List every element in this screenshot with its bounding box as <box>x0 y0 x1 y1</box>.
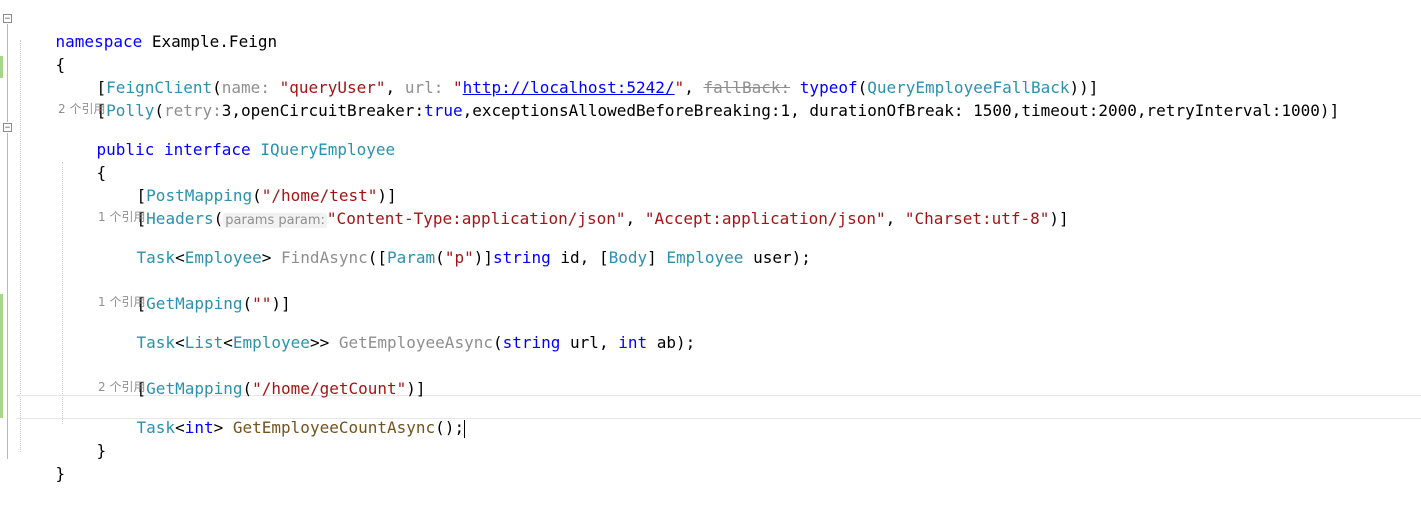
code-lens-references[interactable]: 1 个引用 <box>98 210 145 224</box>
type-name: Employee <box>184 248 262 267</box>
identifier: url, <box>560 333 619 352</box>
punct: < <box>175 248 185 267</box>
code-line[interactable]: public interface IQueryEmployee <box>58 117 396 159</box>
code-line[interactable]: [GetMapping("")] <box>98 271 291 313</box>
type-name: Task <box>136 333 176 352</box>
code-line[interactable]: [Polly(retry:3,openCircuitBreaker:true,e… <box>58 78 1340 120</box>
type-name: Task <box>136 248 176 267</box>
punct: (); <box>435 418 465 437</box>
type-name: Task <box>136 418 176 437</box>
identifier: user); <box>743 248 811 267</box>
type-name: Employee <box>666 248 744 267</box>
interface-name: IQueryEmployee <box>260 140 396 159</box>
code-line[interactable]: } <box>58 418 107 460</box>
punct: )] <box>473 248 493 267</box>
method-name: GetEmployeeCountAsync <box>232 418 436 437</box>
indent-guide <box>20 40 21 452</box>
code-line[interactable]: Task<int> GetEmployeeCountAsync(); <box>98 395 466 438</box>
code-editor[interactable]: − − namespace Example.Feign { [FeignClie… <box>0 0 1421 483</box>
code-line[interactable]: [PostMapping("/home/test")] <box>98 163 397 205</box>
code-lens-references[interactable]: 1 个引用 <box>98 295 145 309</box>
fold-toggle-icon[interactable]: − <box>3 14 12 24</box>
string-literal: "Charset:utf-8" <box>904 209 1050 228</box>
code-line[interactable]: } <box>17 441 66 483</box>
keyword: namespace <box>55 32 143 51</box>
code-line[interactable]: [Headers(params param: "Content-Type:appl… <box>98 186 1069 228</box>
code-line[interactable]: { <box>58 140 107 182</box>
code-line[interactable]: [FeignClient(name: "queryUser", url: "ht… <box>58 55 1099 97</box>
code-lens-references[interactable]: 2 个引用 <box>98 380 145 394</box>
code-line[interactable]: Task<List<Employee>> GetEmployeeAsync(st… <box>98 310 696 352</box>
fold-line <box>7 133 8 459</box>
code-lens-references[interactable]: 2 个引用 <box>58 102 105 116</box>
type-name: Employee <box>232 333 310 352</box>
keyword: string <box>492 248 551 267</box>
code-line[interactable]: namespace Example.Feign <box>17 9 278 51</box>
punct: )] <box>1049 209 1069 228</box>
keyword: string <box>502 333 561 352</box>
code-line[interactable]: { <box>17 32 66 74</box>
punct: ( <box>435 248 445 267</box>
keyword: int <box>184 418 214 437</box>
punct: ( <box>492 333 503 352</box>
fold-line <box>7 24 8 122</box>
change-bar <box>0 294 3 418</box>
punct: < <box>223 333 233 352</box>
change-bar <box>0 56 3 78</box>
keyword: interface <box>163 140 251 159</box>
code-line[interactable]: [GetMapping("/home/getCount")] <box>98 356 426 398</box>
punct: >> <box>309 333 339 352</box>
punct: , <box>885 209 905 228</box>
punct: ] <box>647 248 667 267</box>
fold-toggle-icon[interactable]: − <box>3 123 12 133</box>
punct: > <box>261 248 282 267</box>
namespace-name: Example.Feign <box>142 32 278 51</box>
text-caret <box>464 419 466 438</box>
attribute-name: Body <box>608 248 648 267</box>
punct: < <box>175 418 185 437</box>
type-name: List <box>184 333 224 352</box>
punct: < <box>175 333 185 352</box>
identifier: ab); <box>647 333 696 352</box>
attribute-name: Param <box>387 248 436 267</box>
code-line[interactable]: Task<Employee> FindAsync([Param("p")]str… <box>98 225 811 267</box>
brace: } <box>96 441 107 460</box>
string-literal: "p" <box>444 248 474 267</box>
args: ,exceptionsAllowedBeforeBreaking:1, dura… <box>462 101 1340 120</box>
keyword: true <box>424 101 463 120</box>
method-name: FindAsync <box>281 248 368 267</box>
brace: } <box>55 464 66 483</box>
keyword: int <box>618 333 648 352</box>
identifier: id, [ <box>550 248 609 267</box>
punct: > <box>213 418 233 437</box>
punct: ([ <box>367 248 387 267</box>
method-name: GetEmployeeAsync <box>338 333 493 352</box>
